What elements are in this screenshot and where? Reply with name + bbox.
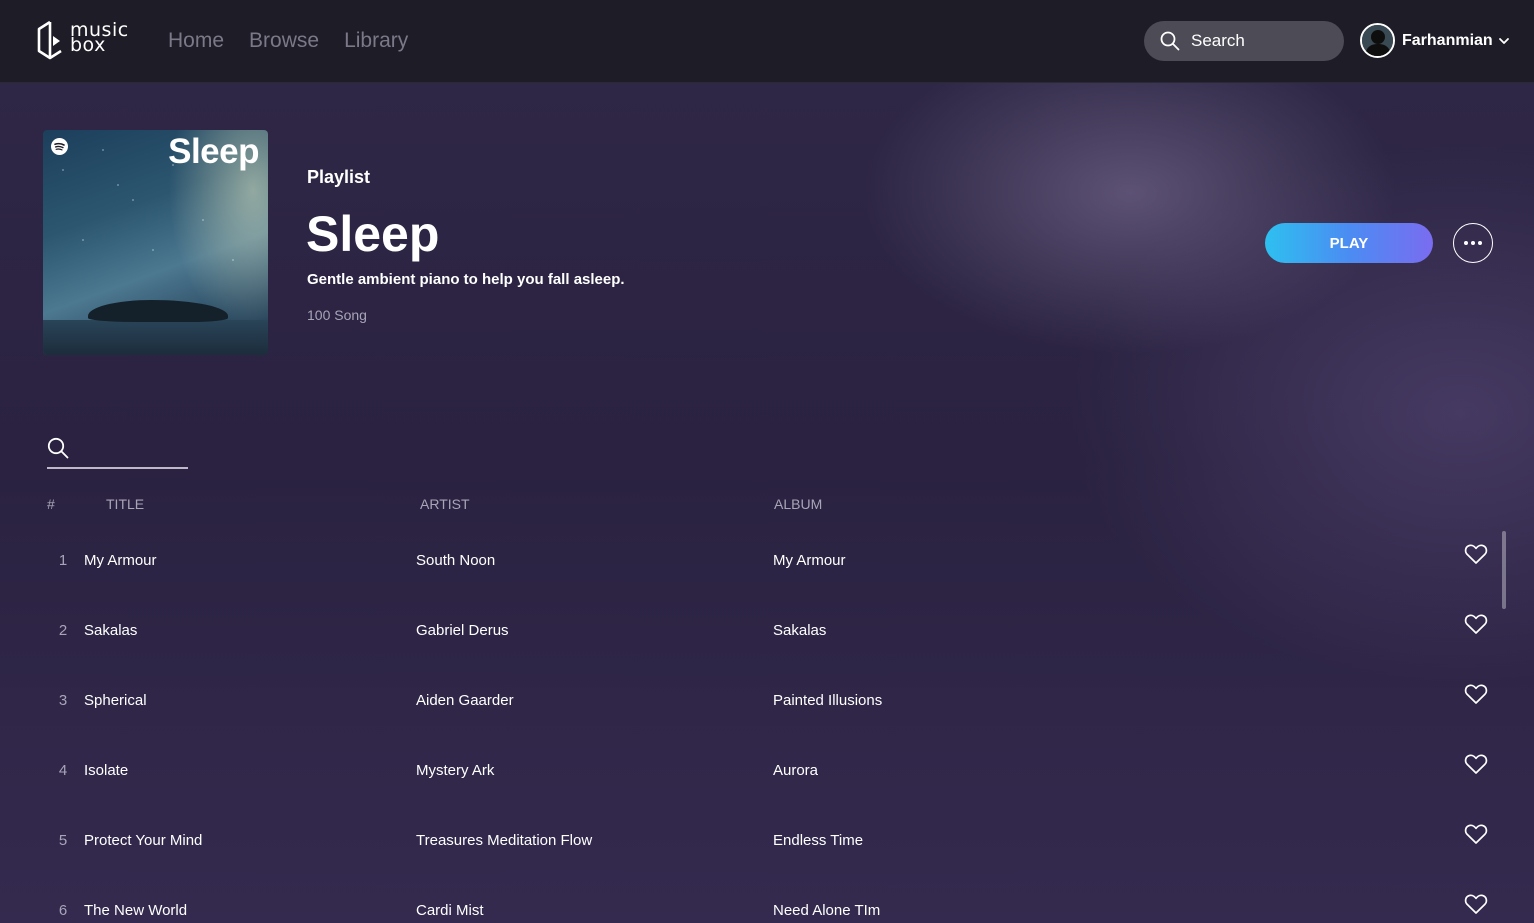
- track-album[interactable]: Endless Time: [773, 832, 863, 849]
- track-artist[interactable]: Treasures Meditation Flow: [416, 832, 592, 849]
- heart-outline-icon[interactable]: [1464, 753, 1488, 775]
- more-horizontal-icon: [1464, 241, 1468, 245]
- table-row[interactable]: 6 The New World Cardi Mist Need Alone TI…: [0, 894, 1500, 923]
- column-header-artist[interactable]: ARTIST: [420, 496, 470, 512]
- track-title[interactable]: Spherical: [84, 692, 147, 709]
- column-header-number: #: [47, 496, 55, 512]
- search-icon: [1160, 31, 1180, 51]
- more-dot: [1478, 241, 1482, 245]
- user-name: Farhanmian: [1402, 32, 1493, 49]
- song-count: 100 Song: [307, 307, 367, 323]
- table-row[interactable]: 2 Sakalas Gabriel Derus Sakalas: [0, 614, 1500, 692]
- playlist-cover: Sleep: [43, 130, 268, 355]
- search-label: Search: [1191, 31, 1245, 50]
- heart-outline-icon[interactable]: [1464, 893, 1488, 915]
- table-row[interactable]: 1 My Armour South Noon My Armour: [0, 544, 1500, 622]
- column-header-album[interactable]: ALBUM: [774, 496, 822, 512]
- track-title[interactable]: My Armour: [84, 552, 157, 569]
- track-album[interactable]: Sakalas: [773, 622, 826, 639]
- track-title[interactable]: The New World: [84, 902, 187, 919]
- chevron-down-icon[interactable]: [1498, 35, 1510, 47]
- more-options-button[interactable]: [1453, 223, 1493, 263]
- avatar: [1360, 23, 1395, 58]
- column-header-title[interactable]: TITLE: [106, 496, 144, 512]
- track-number: 4: [58, 762, 68, 779]
- heart-outline-icon[interactable]: [1464, 543, 1488, 565]
- nav-browse[interactable]: Browse: [249, 28, 319, 54]
- track-list-scrollbar[interactable]: [1502, 531, 1506, 609]
- brand-logo[interactable]: music box: [36, 18, 132, 62]
- table-row[interactable]: 5 Protect Your Mind Treasures Meditation…: [0, 824, 1500, 902]
- track-title[interactable]: Isolate: [84, 762, 128, 779]
- track-album[interactable]: Painted Illusions: [773, 692, 882, 709]
- cover-title: Sleep: [168, 132, 259, 171]
- track-artist[interactable]: Gabriel Derus: [416, 622, 509, 639]
- track-number: 5: [58, 832, 68, 849]
- top-bar: music box Home Browse Library Search Far…: [0, 0, 1534, 83]
- avatar-silhouette-icon: [1362, 25, 1393, 56]
- track-number: 6: [58, 902, 68, 919]
- track-album[interactable]: My Armour: [773, 552, 846, 569]
- playlist-type: Playlist: [307, 167, 371, 187]
- more-dot: [1471, 241, 1475, 245]
- cover-island: [88, 300, 228, 322]
- table-row[interactable]: 4 Isolate Mystery Ark Aurora: [0, 754, 1500, 832]
- playlist-description: Gentle ambient piano to help you fall as…: [307, 271, 625, 288]
- nav-home[interactable]: Home: [168, 28, 224, 54]
- heart-outline-icon[interactable]: [1464, 683, 1488, 705]
- track-artist[interactable]: South Noon: [416, 552, 495, 569]
- search-bar[interactable]: Search: [1144, 21, 1344, 61]
- track-artist[interactable]: Mystery Ark: [416, 762, 494, 779]
- track-artist[interactable]: Aiden Gaarder: [416, 692, 514, 709]
- play-button[interactable]: PLAY: [1265, 223, 1433, 263]
- track-filter[interactable]: [47, 436, 188, 469]
- main-nav: Home Browse Library: [168, 28, 433, 54]
- nav-library[interactable]: Library: [344, 28, 408, 54]
- track-number: 2: [58, 622, 68, 639]
- cover-water: [43, 320, 268, 355]
- brand-name-line2: box: [70, 34, 106, 56]
- table-row[interactable]: 3 Spherical Aiden Gaarder Painted Illusi…: [0, 684, 1500, 762]
- spotify-logo-icon: [51, 138, 68, 155]
- track-artist[interactable]: Cardi Mist: [416, 902, 484, 919]
- track-album[interactable]: Need Alone TIm: [773, 902, 880, 919]
- track-album[interactable]: Aurora: [773, 762, 818, 779]
- track-title[interactable]: Protect Your Mind: [84, 832, 202, 849]
- track-number: 3: [58, 692, 68, 709]
- track-title[interactable]: Sakalas: [84, 622, 137, 639]
- track-number: 1: [58, 552, 68, 569]
- heart-outline-icon[interactable]: [1464, 613, 1488, 635]
- search-icon: [47, 437, 69, 459]
- heart-outline-icon[interactable]: [1464, 823, 1488, 845]
- playlist-title: Sleep: [306, 206, 440, 262]
- musicbox-play-logo-icon: [37, 20, 62, 60]
- track-filter-input[interactable]: [77, 436, 185, 464]
